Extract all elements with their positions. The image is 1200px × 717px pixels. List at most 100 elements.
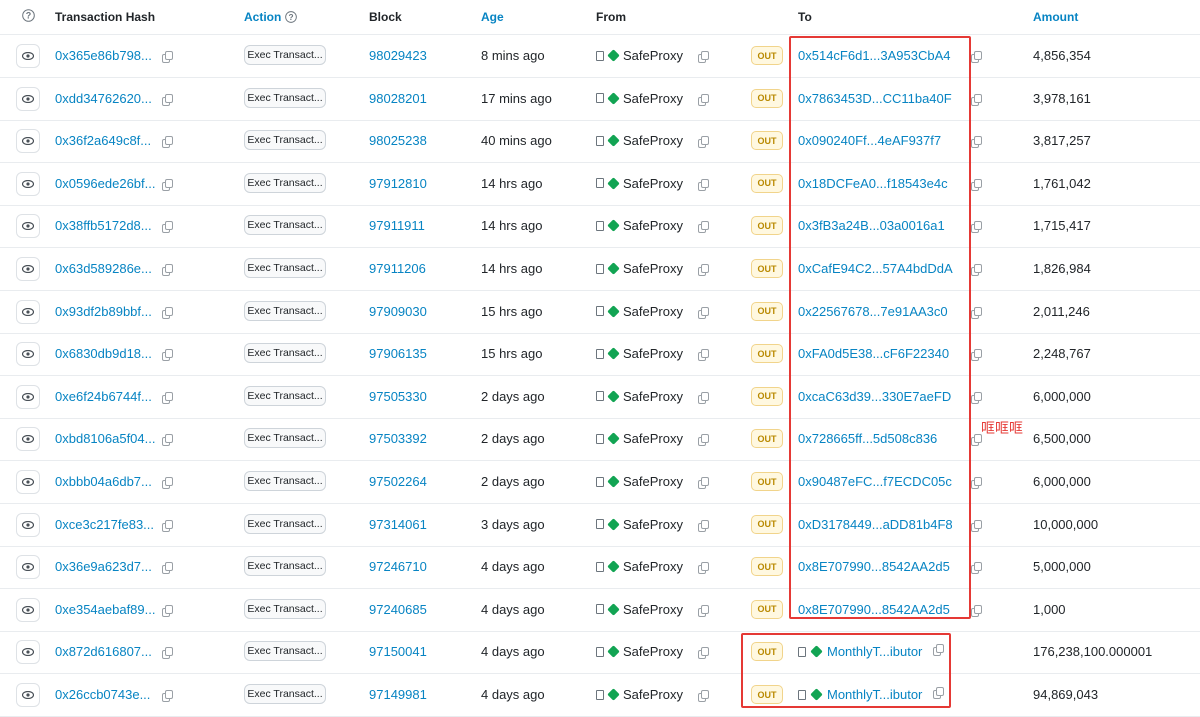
copy-icon[interactable] <box>162 178 173 191</box>
copy-icon[interactable] <box>971 562 982 575</box>
block-link[interactable]: 98025238 <box>369 133 427 148</box>
eye-icon[interactable] <box>16 597 40 622</box>
block-link[interactable]: 97150041 <box>369 644 427 659</box>
transaction-hash-link[interactable]: 0xbbb04a6db7... <box>55 474 152 489</box>
eye-icon[interactable] <box>16 257 40 281</box>
copy-icon[interactable] <box>971 136 982 149</box>
copy-icon[interactable] <box>698 178 709 191</box>
from-address[interactable]: SafeProxy <box>596 559 683 574</box>
block-link[interactable]: 97502264 <box>369 474 427 489</box>
copy-icon[interactable] <box>162 221 173 234</box>
from-address[interactable]: SafeProxy <box>596 687 683 702</box>
copy-icon[interactable] <box>162 51 173 63</box>
from-address[interactable]: SafeProxy <box>596 133 683 148</box>
block-link[interactable]: 98028201 <box>369 91 427 106</box>
transaction-hash-link[interactable]: 0x38ffb5172d8... <box>55 218 152 233</box>
copy-icon[interactable] <box>698 604 709 617</box>
copy-icon[interactable] <box>698 264 709 276</box>
help-circle-icon[interactable]: ? <box>22 9 35 25</box>
block-link[interactable]: 97314061 <box>369 517 427 532</box>
eye-icon[interactable] <box>16 470 40 494</box>
transaction-hash-link[interactable]: 0x36e9a623d7... <box>55 559 152 574</box>
eye-icon[interactable] <box>16 512 40 537</box>
copy-icon[interactable] <box>971 434 982 447</box>
copy-icon[interactable] <box>162 93 173 106</box>
from-address[interactable]: SafeProxy <box>596 602 683 617</box>
eye-icon[interactable] <box>16 555 40 580</box>
copy-icon[interactable] <box>971 221 982 234</box>
block-link[interactable]: 97149981 <box>369 687 427 702</box>
copy-icon[interactable] <box>971 604 982 617</box>
eye-icon[interactable] <box>16 427 40 452</box>
transaction-hash-link[interactable]: 0x6830db9d18... <box>55 346 152 361</box>
copy-icon[interactable] <box>698 434 709 447</box>
header-amount[interactable]: Amount <box>1033 10 1078 24</box>
from-address[interactable]: SafeProxy <box>596 389 683 404</box>
copy-icon[interactable] <box>162 434 173 447</box>
copy-icon[interactable] <box>162 647 173 660</box>
copy-icon[interactable] <box>698 306 709 319</box>
copy-icon[interactable] <box>698 136 709 149</box>
copy-icon[interactable] <box>162 519 173 532</box>
from-address[interactable]: SafeProxy <box>596 346 683 361</box>
copy-icon[interactable] <box>971 178 982 191</box>
eye-icon[interactable] <box>16 384 40 409</box>
transaction-hash-link[interactable]: 0x872d616807... <box>55 644 152 659</box>
eye-icon[interactable] <box>16 299 40 324</box>
copy-icon[interactable] <box>162 690 173 702</box>
block-link[interactable]: 97911206 <box>369 261 426 276</box>
block-link[interactable]: 97505330 <box>369 389 427 404</box>
copy-icon[interactable] <box>698 221 709 234</box>
eye-icon[interactable] <box>16 342 40 367</box>
copy-icon[interactable] <box>971 477 982 489</box>
copy-icon[interactable] <box>971 306 982 319</box>
transaction-hash-link[interactable]: 0x36f2a649c8f... <box>55 133 151 148</box>
from-address[interactable]: SafeProxy <box>596 176 683 191</box>
eye-icon[interactable] <box>16 683 40 707</box>
header-action[interactable]: Action ? <box>244 10 297 24</box>
block-link[interactable]: 97912810 <box>369 176 427 191</box>
copy-icon[interactable] <box>162 391 173 404</box>
block-link[interactable]: 98029423 <box>369 48 427 63</box>
copy-icon[interactable] <box>162 306 173 319</box>
copy-icon[interactable] <box>698 519 709 532</box>
block-link[interactable]: 97240685 <box>369 602 427 617</box>
from-address[interactable]: SafeProxy <box>596 304 683 319</box>
transaction-hash-link[interactable]: 0x365e86b798... <box>55 48 152 63</box>
copy-icon[interactable] <box>971 51 982 63</box>
block-link[interactable]: 97911911 <box>369 218 425 233</box>
copy-icon[interactable] <box>698 647 709 660</box>
copy-icon[interactable] <box>971 349 982 362</box>
eye-icon[interactable] <box>16 129 40 154</box>
copy-icon[interactable] <box>162 264 173 276</box>
eye-icon[interactable] <box>16 171 40 196</box>
transaction-hash-link[interactable]: 0x63d589286e... <box>55 261 152 276</box>
block-link[interactable]: 97906135 <box>369 346 427 361</box>
copy-icon[interactable] <box>698 51 709 63</box>
from-address[interactable]: SafeProxy <box>596 644 683 659</box>
from-address[interactable]: SafeProxy <box>596 474 683 489</box>
from-address[interactable]: SafeProxy <box>596 261 683 276</box>
eye-icon[interactable] <box>16 86 40 111</box>
from-address[interactable]: SafeProxy <box>596 218 683 233</box>
copy-icon[interactable] <box>162 562 173 575</box>
copy-icon[interactable] <box>698 477 709 489</box>
eye-icon[interactable] <box>16 44 40 68</box>
copy-icon[interactable] <box>971 93 982 106</box>
from-address[interactable]: SafeProxy <box>596 517 683 532</box>
header-age[interactable]: Age <box>481 10 504 24</box>
transaction-hash-link[interactable]: 0x26ccb0743e... <box>55 687 150 702</box>
copy-icon[interactable] <box>698 690 709 702</box>
transaction-hash-link[interactable]: 0xdd34762620... <box>55 91 152 106</box>
block-link[interactable]: 97246710 <box>369 559 427 574</box>
from-address[interactable]: SafeProxy <box>596 48 683 63</box>
copy-icon[interactable] <box>698 391 709 404</box>
copy-icon[interactable] <box>162 604 173 617</box>
transaction-hash-link[interactable]: 0xbd8106a5f04... <box>55 431 155 446</box>
copy-icon[interactable] <box>162 477 173 489</box>
from-address[interactable]: SafeProxy <box>596 91 683 106</box>
copy-icon[interactable] <box>971 391 982 404</box>
eye-icon[interactable] <box>16 214 40 239</box>
copy-icon[interactable] <box>698 93 709 106</box>
transaction-hash-link[interactable]: 0x93df2b89bbf... <box>55 304 152 319</box>
